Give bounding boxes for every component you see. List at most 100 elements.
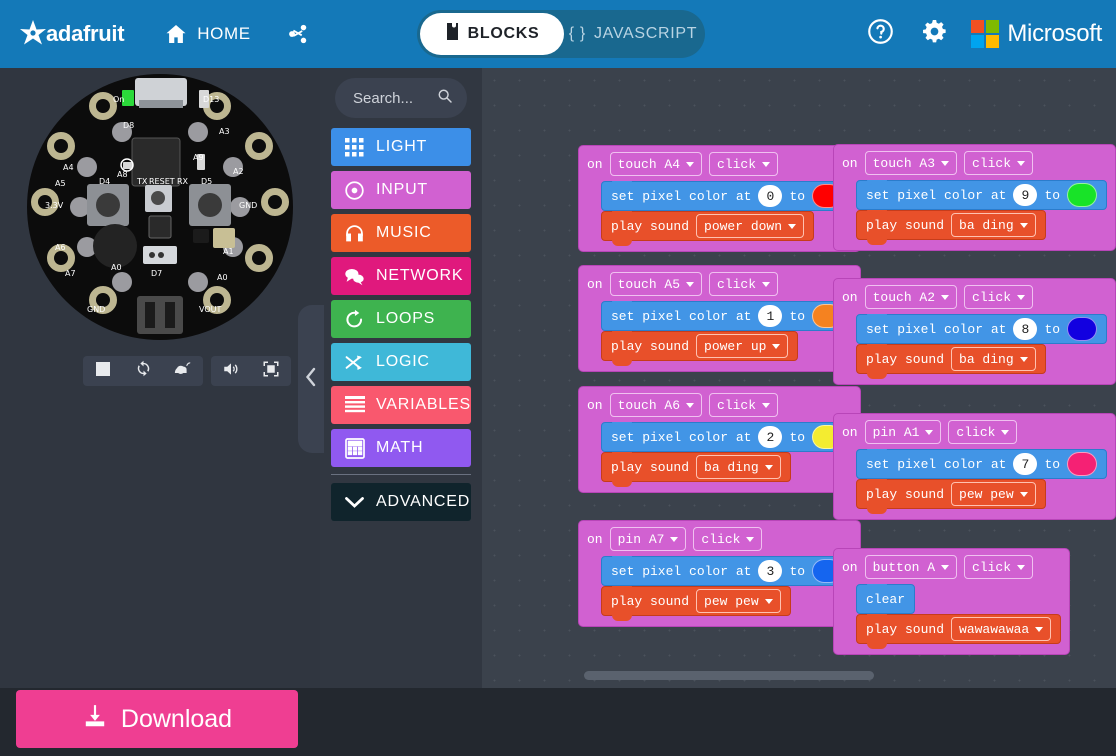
tab-blocks[interactable]: BLOCKS bbox=[420, 13, 564, 55]
play-sound-block[interactable]: play sound ba ding bbox=[601, 452, 791, 487]
event-source-dropdown[interactable]: button A bbox=[864, 555, 958, 579]
sound-dropdown[interactable]: power up bbox=[696, 334, 789, 358]
set-pixel-color-block[interactable]: set pixel color at 2 to bbox=[601, 422, 853, 452]
stop-button[interactable] bbox=[83, 356, 123, 386]
header-left-group: adafruit HOME bbox=[0, 0, 327, 68]
event-trigger-dropdown[interactable]: click bbox=[964, 555, 1034, 579]
event-source-dropdown[interactable]: touch A6 bbox=[609, 393, 703, 417]
event-source-dropdown[interactable]: touch A4 bbox=[609, 152, 703, 176]
color-swatch[interactable] bbox=[1067, 452, 1098, 476]
svg-text:A4: A4 bbox=[63, 163, 74, 172]
event-trigger-dropdown[interactable]: click bbox=[709, 152, 779, 176]
event-source-dropdown[interactable]: pin A7 bbox=[609, 527, 687, 551]
sound-dropdown[interactable]: pew pew bbox=[696, 589, 781, 613]
set-pixel-color-block[interactable]: set pixel color at 8 to bbox=[856, 314, 1108, 344]
event-body: set pixel color at 1 to play sound power up bbox=[601, 301, 853, 366]
brand-label: adafruit bbox=[46, 21, 125, 46]
svg-text:D4: D4 bbox=[99, 177, 110, 186]
simulator-panel: On D13 D8 A9 A8 D4 TX RESET RX D5 A0 D7 … bbox=[0, 68, 320, 688]
download-button[interactable]: Download bbox=[16, 690, 298, 748]
slow-motion-button[interactable] bbox=[163, 356, 203, 386]
clear-block[interactable]: clear bbox=[856, 584, 916, 614]
toolbox-category-variables[interactable]: VARIABLES bbox=[331, 386, 471, 424]
block-pin-a1[interactable]: on pin A1 click set pixel color at 7 to play s… bbox=[833, 413, 1116, 520]
sound-dropdown[interactable]: ba ding bbox=[951, 347, 1036, 371]
sound-dropdown[interactable]: ba ding bbox=[951, 213, 1036, 237]
pixel-index-field[interactable]: 3 bbox=[758, 560, 783, 582]
toolbox-category-music[interactable]: MUSIC bbox=[331, 214, 471, 252]
toolbox-category-input[interactable]: INPUT bbox=[331, 171, 471, 209]
sound-dropdown[interactable]: power down bbox=[696, 214, 805, 238]
help-button[interactable] bbox=[853, 0, 907, 68]
circuit-playground-board[interactable]: On D13 D8 A9 A8 D4 TX RESET RX D5 A0 D7 … bbox=[27, 74, 293, 340]
play-sound-label: play sound bbox=[866, 217, 945, 233]
play-sound-block[interactable]: play sound pew pew bbox=[856, 479, 1046, 514]
editor-mode-toggle[interactable]: BLOCKS { } JAVASCRIPT bbox=[417, 10, 705, 58]
pixel-index-field[interactable]: 1 bbox=[758, 305, 783, 327]
event-header: on pin A1 click bbox=[842, 420, 1107, 444]
event-trigger-dropdown[interactable]: click bbox=[948, 420, 1018, 444]
play-sound-block[interactable]: play sound power down bbox=[601, 211, 815, 246]
toolbox-category-loops[interactable]: LOOPS bbox=[331, 300, 471, 338]
event-trigger-dropdown[interactable]: click bbox=[709, 393, 779, 417]
block-touch-a2[interactable]: on touch A2 click set pixel color at 8 to play… bbox=[833, 278, 1116, 385]
event-source-dropdown[interactable]: touch A3 bbox=[864, 151, 958, 175]
play-sound-block[interactable]: play sound pew pew bbox=[601, 586, 791, 621]
toolbox-category-advanced[interactable]: ADVANCED bbox=[331, 483, 471, 521]
blocks-workspace[interactable]: on touch A4 click set pixel color at 0 to play… bbox=[482, 68, 1116, 688]
color-swatch[interactable] bbox=[1067, 317, 1098, 341]
horizontal-scrollbar[interactable] bbox=[584, 671, 874, 680]
event-source-dropdown[interactable]: touch A2 bbox=[864, 285, 958, 309]
pixel-index-field[interactable]: 0 bbox=[758, 185, 783, 207]
set-pixel-color-block[interactable]: set pixel color at 3 to bbox=[601, 556, 853, 586]
microsoft-logo[interactable]: Microsoft bbox=[961, 20, 1102, 48]
block-touch-a3[interactable]: on touch A3 click set pixel color at 9 to play… bbox=[833, 144, 1116, 251]
sound-dropdown[interactable]: ba ding bbox=[696, 455, 781, 479]
home-button[interactable]: HOME bbox=[146, 0, 268, 68]
pixel-index-field[interactable]: 8 bbox=[1013, 318, 1038, 340]
event-trigger-dropdown[interactable]: click bbox=[964, 285, 1034, 309]
set-pixel-color-block[interactable]: set pixel color at 9 to bbox=[856, 180, 1108, 210]
fullscreen-button[interactable] bbox=[251, 356, 291, 386]
pixel-index-field[interactable]: 7 bbox=[1013, 453, 1038, 475]
block-button-a[interactable]: on button Aclick clear play sound wawawawaa bbox=[833, 548, 1071, 655]
event-source-dropdown[interactable]: pin A1 bbox=[864, 420, 942, 444]
adafruit-brand[interactable]: adafruit bbox=[16, 17, 125, 51]
search-input[interactable]: Search... bbox=[335, 78, 467, 118]
clear-label: clear bbox=[866, 591, 906, 607]
block-pin-a7[interactable]: on pin A7 click set pixel color at 3 to play s… bbox=[578, 520, 862, 627]
toolbox-collapse-button[interactable] bbox=[298, 305, 324, 453]
tab-javascript[interactable]: { } JAVASCRIPT bbox=[564, 13, 702, 55]
toolbox-category-logic[interactable]: LOGIC bbox=[331, 343, 471, 381]
toolbox-category-math[interactable]: MATH bbox=[331, 429, 471, 467]
svg-text:GND: GND bbox=[87, 305, 105, 314]
event-trigger-dropdown[interactable]: click bbox=[709, 272, 779, 296]
event-source-dropdown[interactable]: touch A5 bbox=[609, 272, 703, 296]
play-sound-label: play sound bbox=[866, 486, 945, 502]
pixel-index-field[interactable]: 2 bbox=[758, 426, 783, 448]
event-trigger-dropdown[interactable]: click bbox=[693, 527, 763, 551]
sound-dropdown[interactable]: pew pew bbox=[951, 482, 1036, 506]
restart-button[interactable] bbox=[123, 356, 163, 386]
set-pixel-color-block[interactable]: set pixel color at 7 to bbox=[856, 449, 1108, 479]
event-trigger-dropdown[interactable]: click bbox=[964, 151, 1034, 175]
mute-button[interactable] bbox=[211, 356, 251, 386]
play-sound-block[interactable]: play sound ba ding bbox=[856, 344, 1046, 379]
settings-button[interactable] bbox=[907, 0, 961, 68]
block-touch-a5[interactable]: on touch A5 click set pixel color at 1 to play… bbox=[578, 265, 862, 372]
toolbox-category-light[interactable]: LIGHT bbox=[331, 128, 471, 166]
event-body: set pixel color at 9 to play sound ba ding bbox=[856, 180, 1108, 245]
block-touch-a4[interactable]: on touch A4 click set pixel color at 0 to play… bbox=[578, 145, 862, 252]
sound-dropdown[interactable]: wawawawaa bbox=[951, 617, 1052, 641]
set-pixel-color-block[interactable]: set pixel color at 0 to bbox=[601, 181, 853, 211]
play-sound-block[interactable]: play sound power up bbox=[601, 331, 799, 366]
play-sound-block[interactable]: play sound ba ding bbox=[856, 210, 1046, 245]
color-swatch[interactable] bbox=[1067, 183, 1098, 207]
share-button[interactable] bbox=[269, 0, 327, 68]
play-sound-block[interactable]: play sound wawawawaa bbox=[856, 614, 1062, 649]
event-on-label: on bbox=[842, 559, 858, 575]
toolbox-category-network[interactable]: NETWORK bbox=[331, 257, 471, 295]
set-pixel-color-block[interactable]: set pixel color at 1 to bbox=[601, 301, 853, 331]
pixel-index-field[interactable]: 9 bbox=[1013, 184, 1038, 206]
block-touch-a6[interactable]: on touch A6 click set pixel color at 2 to play… bbox=[578, 386, 862, 493]
